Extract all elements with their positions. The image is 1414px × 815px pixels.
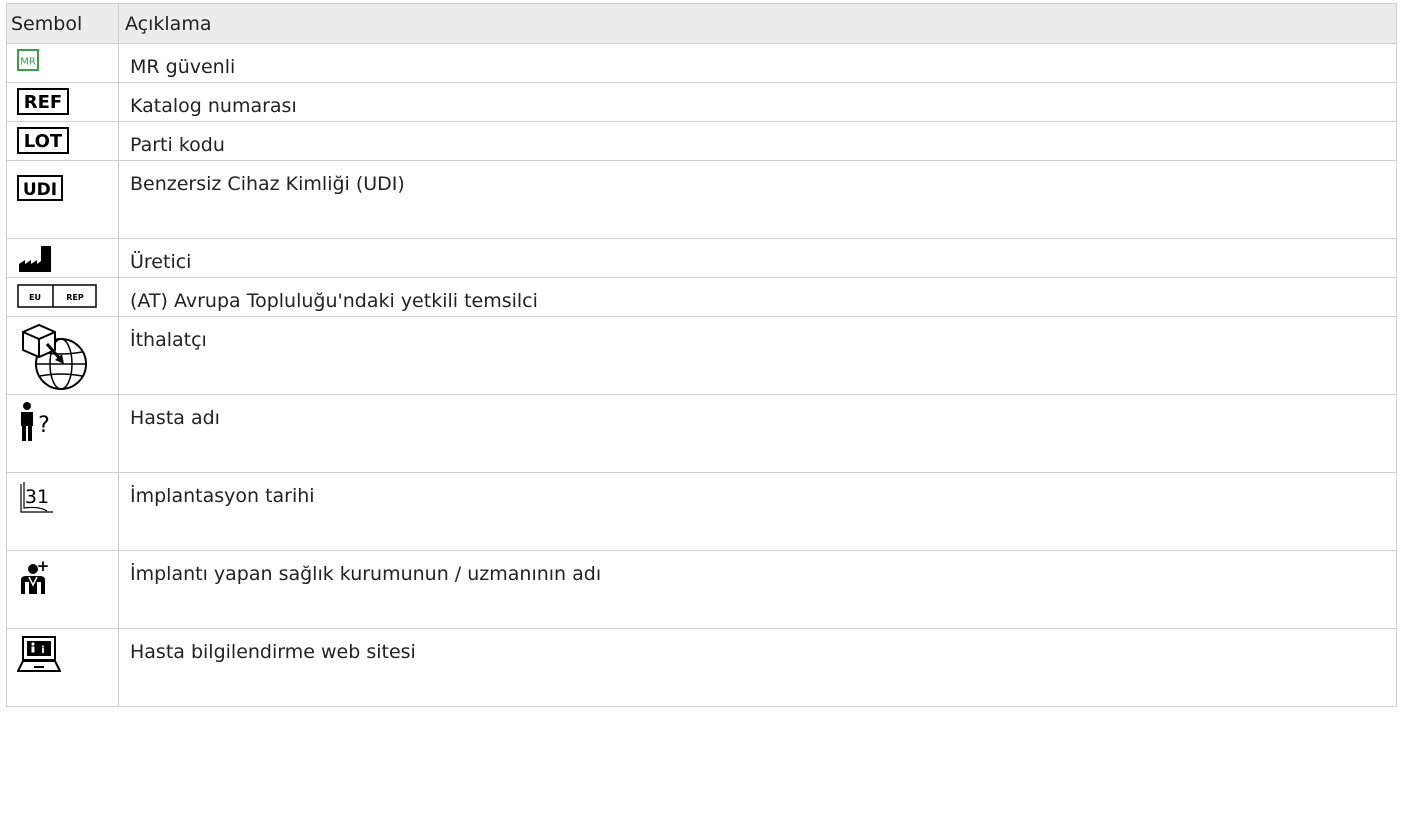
description-cell: Hasta bilgilendirme web sitesi: [118, 628, 1397, 707]
patient-info-website-icon: i: [17, 636, 61, 672]
plus-icon-text: +: [37, 557, 50, 575]
ref-catalog-icon: REF: [17, 88, 69, 115]
table-header-row: Sembol Açıklama: [6, 3, 1397, 44]
table-row: UDI Benzersiz Cihaz Kimliği (UDI): [6, 160, 1397, 239]
symbol-cell: ?: [6, 394, 119, 473]
table-row: i Hasta bilgilendirme web sitesi: [6, 628, 1397, 707]
description-cell: MR güvenli: [118, 43, 1397, 83]
lot-batch-icon: LOT: [17, 127, 69, 154]
info-icon-text: i: [41, 645, 44, 656]
table-row: EU REP (AT) Avrupa Topluluğu'ndaki yetki…: [6, 277, 1397, 317]
udi-icon-text: UDI: [23, 180, 57, 200]
table-row: Üretici: [6, 238, 1397, 278]
description-cell: Benzersiz Cihaz Kimliği (UDI): [118, 160, 1397, 239]
symbol-cell: +: [6, 550, 119, 629]
lot-icon-text: LOT: [24, 131, 63, 152]
description-cell: İmplantı yapan sağlık kurumunun / uzmanı…: [118, 550, 1397, 629]
description-cell: İmplantasyon tarihi: [118, 472, 1397, 551]
description-cell: Katalog numarası: [118, 82, 1397, 122]
ref-icon-text: REF: [24, 92, 62, 113]
description-cell: Üretici: [118, 238, 1397, 278]
mr-safe-icon: MR: [17, 49, 39, 71]
description-cell: Hasta adı: [118, 394, 1397, 473]
symbol-cell: LOT: [6, 121, 119, 161]
symbol-cell: [6, 238, 119, 278]
eu-rep-icon: EU REP: [17, 284, 97, 308]
eu-icon-text: EU: [29, 293, 41, 302]
symbol-cell: [6, 316, 119, 395]
table-row: MR MR güvenli: [6, 43, 1397, 83]
description-cell: Parti kodu: [118, 121, 1397, 161]
header-symbol: Sembol: [6, 3, 119, 44]
patient-name-icon: ?: [21, 402, 50, 441]
implant-date-icon: 31: [20, 482, 53, 513]
description-cell: (AT) Avrupa Topluluğu'ndaki yetkili tems…: [118, 277, 1397, 317]
symbol-cell: i: [6, 628, 119, 707]
udi-icon: UDI: [17, 175, 63, 201]
symbol-cell: EU REP: [6, 277, 119, 317]
symbol-cell: UDI: [6, 160, 119, 239]
table-row: REF Katalog numarası: [6, 82, 1397, 122]
symbols-table: Sembol Açıklama MR MR güvenli REF Katalo…: [6, 3, 1397, 707]
description-cell: İthalatçı: [118, 316, 1397, 395]
table-row: İthalatçı: [6, 316, 1397, 395]
symbol-cell: 31: [6, 472, 119, 551]
table-row: LOT Parti kodu: [6, 121, 1397, 161]
manufacturer-icon: [19, 246, 51, 272]
symbol-cell: MR: [6, 43, 119, 83]
date-icon-text: 31: [25, 486, 49, 508]
question-mark-text: ?: [38, 413, 50, 438]
header-description: Açıklama: [118, 3, 1397, 44]
symbol-cell: REF: [6, 82, 119, 122]
table-row: ? Hasta adı: [6, 394, 1397, 473]
healthcare-provider-icon: +: [21, 557, 50, 594]
table-row: 31 İmplantasyon tarihi: [6, 472, 1397, 551]
mr-safe-icon-text: MR: [20, 57, 36, 68]
table-row: + İmplantı yapan sağlık kurumunun / uzma…: [6, 550, 1397, 629]
rep-icon-text: REP: [66, 293, 84, 302]
importer-icon: [22, 323, 87, 390]
